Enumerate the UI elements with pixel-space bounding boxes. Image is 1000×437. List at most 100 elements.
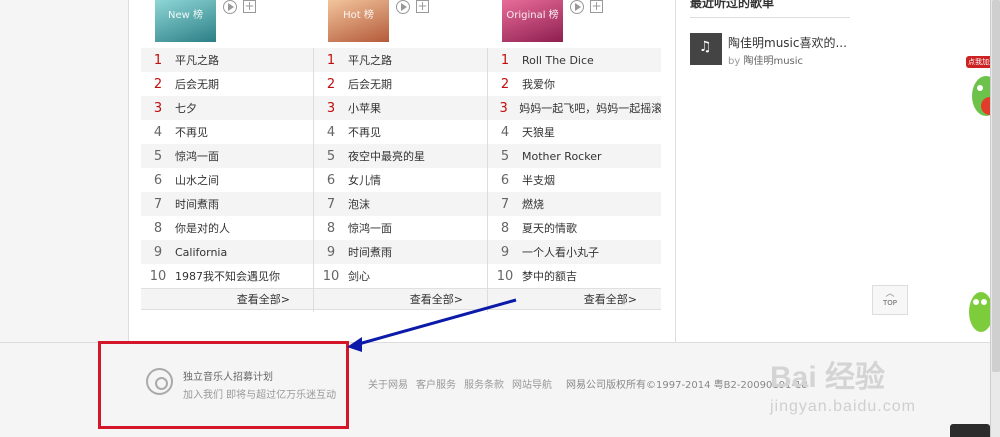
song-title[interactable]: California: [175, 246, 227, 259]
list-item[interactable]: 3 妈妈一起飞吧，妈妈一起摇滚吧: [488, 96, 661, 120]
list-item[interactable]: 2 后会无期: [314, 72, 487, 96]
chart-cover-hot[interactable]: Hot 榜: [328, 0, 389, 42]
song-title[interactable]: 后会无期: [348, 76, 392, 92]
rank-number: 5: [500, 148, 510, 164]
list-item[interactable]: 2 后会无期: [141, 72, 314, 96]
song-title[interactable]: 惊鸿一面: [348, 220, 392, 236]
playlist-name[interactable]: 陶佳明music喜欢的...: [728, 34, 847, 51]
song-title[interactable]: 平凡之路: [175, 52, 219, 68]
list-item[interactable]: 5 惊鸿一面: [141, 144, 314, 168]
song-title[interactable]: Mother Rocker: [522, 150, 602, 163]
list-item[interactable]: 1 平凡之路: [314, 48, 487, 72]
play-icon[interactable]: [223, 0, 237, 14]
footer-link-about[interactable]: 关于网易: [368, 376, 408, 391]
song-title[interactable]: 七夕: [175, 100, 197, 116]
add-icon[interactable]: +: [243, 0, 256, 13]
playlist-cover[interactable]: [690, 33, 722, 65]
recruit-subtitle: 加入我们 即将与超过亿万乐迷互动: [183, 390, 337, 401]
list-item[interactable]: 10 梦中的额吉: [488, 264, 661, 288]
footer-link-service[interactable]: 客户服务: [416, 376, 456, 391]
list-item[interactable]: 8 惊鸿一面: [314, 216, 487, 240]
song-title[interactable]: 燃烧: [522, 196, 544, 212]
list-item[interactable]: 5 Mother Rocker: [488, 144, 661, 168]
corner-tool-button[interactable]: [950, 424, 990, 437]
view-all-link[interactable]: 查看全部>: [314, 288, 487, 310]
musician-recruit-box[interactable]: 独立音乐人招募计划 加入我们 即将与超过亿万乐迷互动: [98, 341, 349, 429]
scrollbar-thumb[interactable]: [992, 0, 1000, 372]
list-item[interactable]: 9 时间煮雨: [314, 240, 487, 264]
recruit-title[interactable]: 独立音乐人招募计划: [183, 368, 273, 383]
cover-label: Hot 榜: [343, 10, 374, 21]
play-icon[interactable]: [570, 0, 584, 14]
song-title[interactable]: 夜空中最亮的星: [348, 148, 425, 164]
chevron-up-icon: ︿: [885, 289, 895, 299]
rank-number: 2: [500, 76, 510, 92]
list-item[interactable]: 7 时间煮雨: [141, 192, 314, 216]
song-title[interactable]: 妈妈一起飞吧，妈妈一起摇滚吧: [519, 100, 661, 116]
list-item[interactable]: 3 七夕: [141, 96, 314, 120]
rank-number: 4: [153, 124, 163, 140]
list-item[interactable]: 10 1987我不知会遇见你: [141, 264, 314, 288]
add-icon[interactable]: +: [416, 0, 429, 13]
song-title[interactable]: 天狼星: [522, 124, 555, 140]
footer-link-sitemap[interactable]: 网站导航: [512, 376, 552, 391]
list-item[interactable]: 7 泡沫: [314, 192, 487, 216]
list-item[interactable]: 1 Roll The Dice: [488, 48, 661, 72]
list-item[interactable]: 4 不再见: [314, 120, 487, 144]
song-title[interactable]: 1987我不知会遇见你: [175, 268, 280, 284]
rank-number: 1: [500, 52, 510, 68]
list-item[interactable]: 4 天狼星: [488, 120, 661, 144]
list-item[interactable]: 5 夜空中最亮的星: [314, 144, 487, 168]
list-item[interactable]: 3 小苹果: [314, 96, 487, 120]
song-title[interactable]: 山水之间: [175, 172, 219, 188]
song-title[interactable]: 惊鸿一面: [175, 148, 219, 164]
playlist-author[interactable]: 陶佳明music: [743, 56, 803, 67]
song-title[interactable]: 泡沫: [348, 196, 370, 212]
list-item[interactable]: 9 California: [141, 240, 314, 264]
song-title[interactable]: 平凡之路: [348, 52, 392, 68]
song-title[interactable]: Roll The Dice: [522, 54, 594, 67]
list-item[interactable]: 8 夏天的情歌: [488, 216, 661, 240]
list-item[interactable]: 1 平凡之路: [141, 48, 314, 72]
list-item[interactable]: 6 女儿情: [314, 168, 487, 192]
song-title[interactable]: 不再见: [175, 124, 208, 140]
footer-link-terms[interactable]: 服务条款: [464, 376, 504, 391]
rank-number: 6: [326, 172, 336, 188]
song-title[interactable]: 夏天的情歌: [522, 220, 577, 236]
baidu-watermark: Bai 经验: [770, 361, 886, 394]
song-title[interactable]: 梦中的额吉: [522, 268, 577, 284]
song-title[interactable]: 后会无期: [175, 76, 219, 92]
song-title[interactable]: 剑心: [348, 268, 370, 284]
add-icon[interactable]: +: [590, 0, 603, 13]
back-to-top-button[interactable]: ︿ TOP: [872, 285, 908, 315]
view-all-link[interactable]: 查看全部>: [488, 288, 661, 310]
list-item[interactable]: 4 不再见: [141, 120, 314, 144]
sidebar: 最近听过的歌单 陶佳明music喜欢的... by 陶佳明music: [676, 0, 860, 342]
list-item[interactable]: 2 我爱你: [488, 72, 661, 96]
list-item[interactable]: 6 半支烟: [488, 168, 661, 192]
chart-cover-original[interactable]: Original 榜: [502, 0, 563, 42]
list-item[interactable]: 8 你是对的人: [141, 216, 314, 240]
list-item[interactable]: 9 一个人看小丸子: [488, 240, 661, 264]
song-title[interactable]: 时间煮雨: [348, 244, 392, 260]
song-title[interactable]: 你是对的人: [175, 220, 230, 236]
view-all-link[interactable]: 查看全部>: [141, 288, 314, 310]
song-title[interactable]: 女儿情: [348, 172, 381, 188]
song-title[interactable]: 小苹果: [348, 100, 381, 116]
chart-cover-new[interactable]: New 榜: [155, 0, 216, 42]
song-title[interactable]: 一个人看小丸子: [522, 244, 599, 260]
list-item[interactable]: 6 山水之间: [141, 168, 314, 192]
rank-number: 2: [326, 76, 336, 92]
rank-number: 2: [153, 76, 163, 92]
list-item[interactable]: 7 燃烧: [488, 192, 661, 216]
recent-playlists-title: 最近听过的歌单: [690, 0, 775, 10]
play-icon[interactable]: [396, 0, 410, 14]
song-title[interactable]: 不再见: [348, 124, 381, 140]
song-title[interactable]: 时间煮雨: [175, 196, 219, 212]
song-title[interactable]: 半支烟: [522, 172, 555, 188]
song-title[interactable]: 我爱你: [522, 76, 555, 92]
chart-new: New 榜 + 1 平凡之路 2 后会无期 3 七夕 4 不再见 5 惊鸿一面 6 山水之间…: [141, 0, 314, 310]
vertical-scrollbar[interactable]: [990, 0, 1000, 437]
list-item[interactable]: 10 剑心: [314, 264, 487, 288]
song-list: 1 Roll The Dice 2 我爱你 3 妈妈一起飞吧，妈妈一起摇滚吧 4 天狼星…: [488, 48, 661, 310]
